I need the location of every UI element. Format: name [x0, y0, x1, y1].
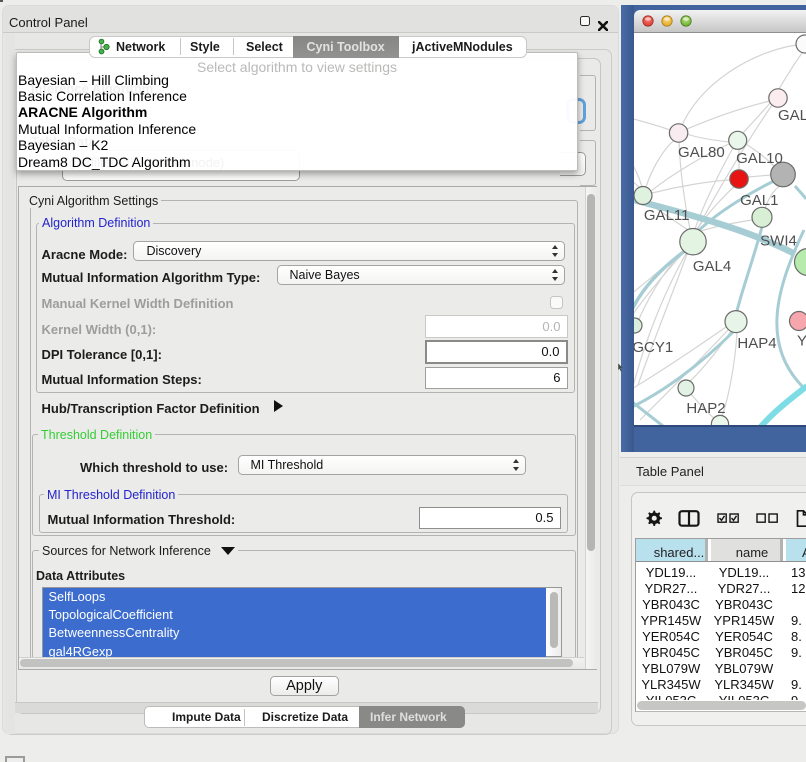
svg-text:GCY1: GCY1 [634, 339, 673, 356]
svg-text:GAL10: GAL10 [736, 150, 783, 167]
svg-text:GAL80: GAL80 [678, 144, 725, 161]
svg-text:GAL1: GAL1 [740, 192, 778, 209]
svg-text:GAL4: GAL4 [693, 258, 731, 275]
svg-text:SWI4: SWI4 [760, 233, 797, 250]
svg-text:HAP4: HAP4 [737, 335, 776, 352]
svg-text:GAL11: GAL11 [644, 207, 690, 224]
svg-text:GAL7: GAL7 [778, 107, 806, 124]
svg-text:HAP2: HAP2 [686, 400, 725, 417]
svg-text:Y: Y [797, 333, 806, 350]
